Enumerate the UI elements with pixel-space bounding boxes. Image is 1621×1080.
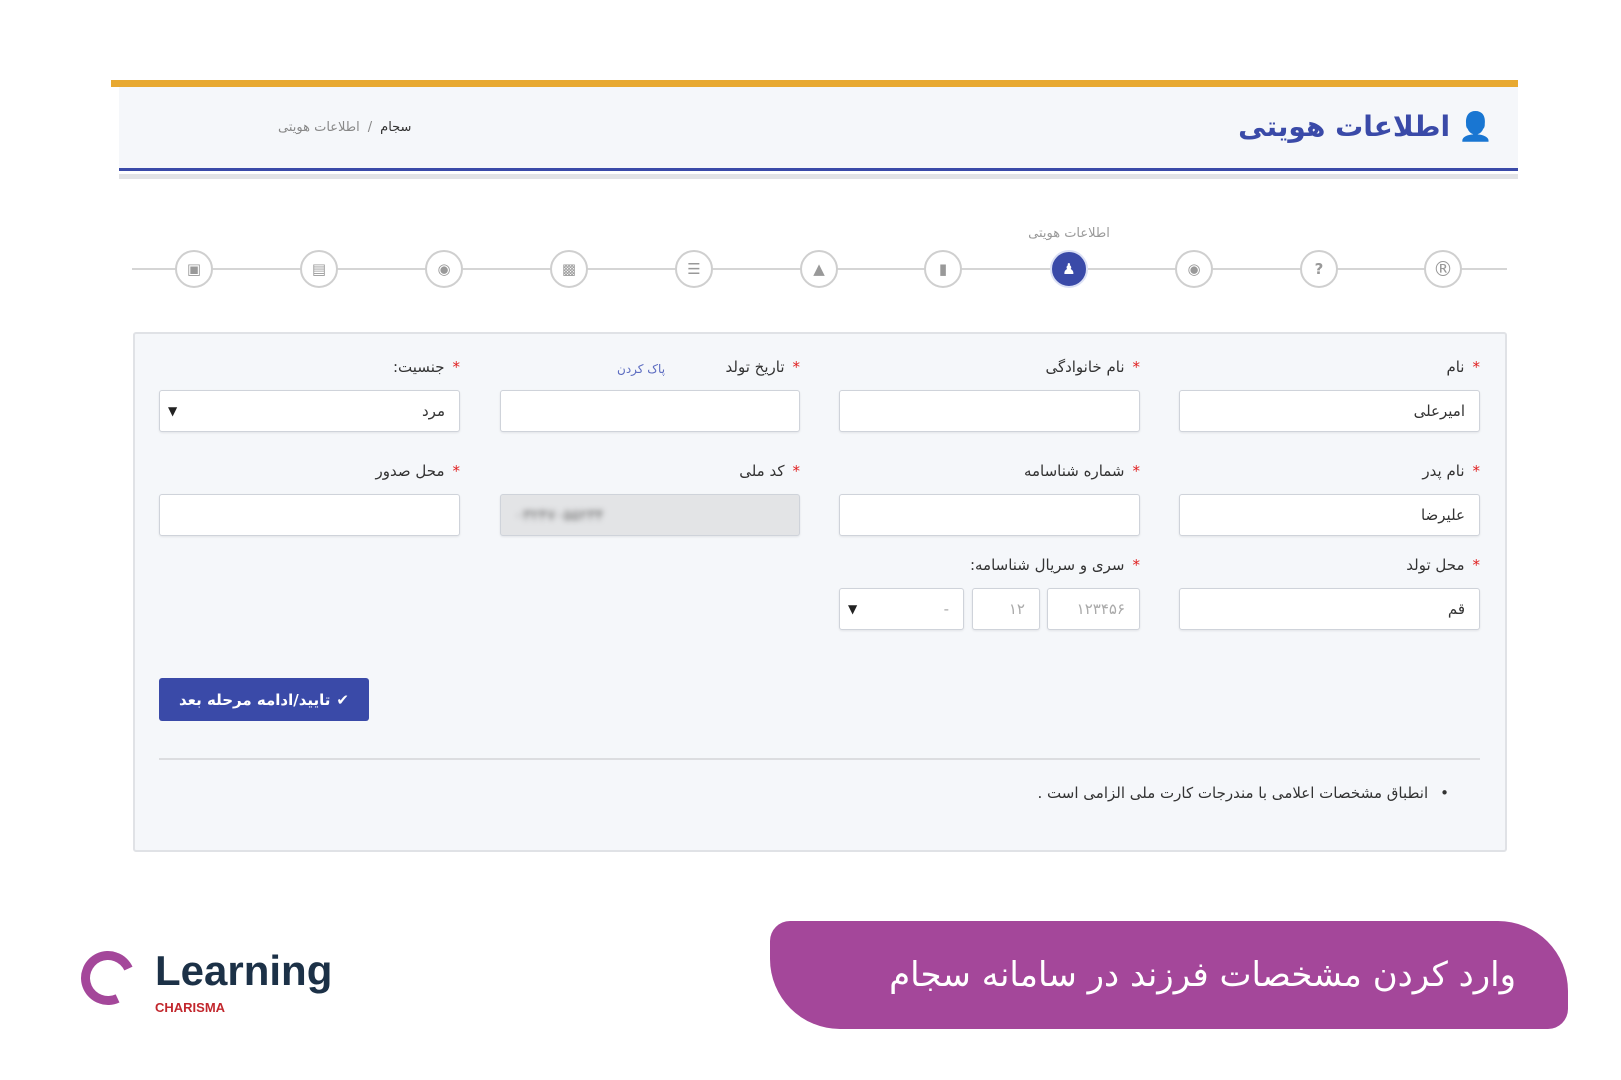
logo-ring-icon bbox=[73, 943, 143, 1013]
serial-number-input[interactable]: ۱۲۳۴۵۶ bbox=[1047, 588, 1140, 630]
header-shadow bbox=[119, 174, 1518, 179]
check-icon: ✔ bbox=[336, 690, 349, 709]
last-name-input[interactable] bbox=[839, 390, 1140, 432]
top-accent-bar bbox=[111, 80, 1518, 87]
divider bbox=[159, 758, 1480, 760]
step-graduation-cap-icon[interactable]: ▲ bbox=[800, 250, 838, 288]
chevron-down-icon: ▼ bbox=[168, 404, 178, 418]
learning-charisma-logo: Learning CHARISMA bbox=[73, 943, 351, 1021]
caption-banner: وارد کردن مشخصات فرزند در سامانه سجام bbox=[770, 921, 1568, 1029]
step-person-icon[interactable]: ♟ bbox=[1050, 250, 1088, 288]
label-first-name: *نام bbox=[1446, 358, 1480, 376]
breadcrumb: سجام / اطلاعات هویتی bbox=[278, 120, 411, 135]
chevron-down-icon: ▼ bbox=[848, 602, 858, 616]
page-title: 👤 اطلاعات هویتی bbox=[1238, 110, 1493, 143]
breadcrumb-current: اطلاعات هویتی bbox=[278, 120, 360, 135]
label-national-code: *کد ملی bbox=[739, 462, 800, 480]
father-name-input[interactable]: علیرضا bbox=[1179, 494, 1480, 536]
label-birth-place: *محل تولد bbox=[1406, 556, 1480, 574]
id-number-input[interactable] bbox=[839, 494, 1140, 536]
label-issue-place: *محل صدور bbox=[375, 462, 460, 480]
label-serial: *سری و سریال شناسامه: bbox=[969, 556, 1140, 574]
issue-place-input[interactable] bbox=[159, 494, 460, 536]
clear-birth-date-link[interactable]: پاک کردن bbox=[617, 362, 665, 376]
step-contact-card-icon[interactable]: ▣ bbox=[175, 250, 213, 288]
breadcrumb-home[interactable]: سجام bbox=[380, 120, 411, 135]
confirm-next-button[interactable]: ✔ تایید/ادامه مرحله بعد bbox=[159, 678, 369, 721]
breadcrumb-separator: / bbox=[367, 120, 373, 135]
label-last-name: *نام خانوادگی bbox=[1045, 358, 1140, 376]
birth-date-input[interactable] bbox=[500, 390, 800, 432]
gender-select[interactable]: مرد ▼ bbox=[159, 390, 460, 432]
step-briefcase-icon[interactable]: ▩ bbox=[550, 250, 588, 288]
national-code-input: ۰۳۲۴۷۰۵۵۲۳۴ bbox=[500, 494, 800, 536]
series-letter-select[interactable]: - ▼ bbox=[839, 588, 964, 630]
step-bookmark-icon[interactable]: ▮ bbox=[924, 250, 962, 288]
step-question-icon[interactable]: ? bbox=[1300, 250, 1338, 288]
label-gender: *جنسیت: bbox=[393, 358, 460, 376]
birth-place-input[interactable]: قم bbox=[1179, 588, 1480, 630]
bullet-icon: • bbox=[1440, 784, 1449, 802]
step-credit-card-icon[interactable]: ▤ bbox=[300, 250, 338, 288]
label-father-name: *نام پدر bbox=[1422, 462, 1480, 480]
note-item: • انطباق مشخصات اعلامی با مندرجات کارت م… bbox=[1037, 784, 1449, 802]
user-icon: 👤 bbox=[1458, 110, 1493, 143]
step-money-icon[interactable]: ◉ bbox=[425, 250, 463, 288]
first-name-input[interactable]: امیرعلی bbox=[1179, 390, 1480, 432]
active-step-label: اطلاعات هویتی bbox=[1028, 226, 1110, 241]
step-list-icon[interactable]: ☰ bbox=[675, 250, 713, 288]
label-id-number: *شماره شناسامه bbox=[1023, 462, 1140, 480]
step-registered-icon[interactable]: ® bbox=[1424, 250, 1462, 288]
step-money-icon[interactable]: ◉ bbox=[1175, 250, 1213, 288]
series-number-input[interactable]: ۱۲ bbox=[972, 588, 1040, 630]
